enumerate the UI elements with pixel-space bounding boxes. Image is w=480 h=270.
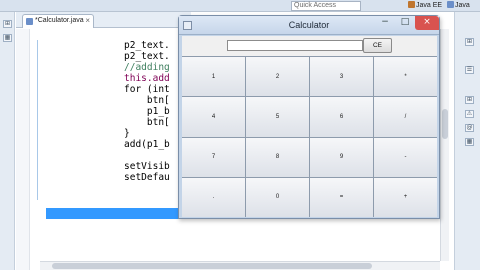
calculator-window: Calculator − □ × CE 1 2 3 * 4 5 6 / 7 8 … [178,15,440,219]
key-6[interactable]: 6 [310,97,373,137]
key-9[interactable]: 9 [310,137,373,177]
close-icon[interactable]: × [85,15,90,27]
close-button[interactable]: × [415,16,439,30]
code-line[interactable]: btn[ [124,95,170,106]
key-3[interactable]: 3 [310,57,373,97]
package-explorer-icon[interactable]: ▦ [3,34,12,42]
scroll-thumb[interactable] [442,109,448,139]
code-line[interactable]: add(p1_b [124,139,170,150]
key-divide[interactable]: / [374,97,437,137]
vertical-scrollbar[interactable] [440,29,449,261]
right-trim-stack: ⊞ ☰ ⊞ ⚠ @ ▦ [454,12,480,270]
code-line[interactable]: btn[ [124,117,170,128]
code-line[interactable]: } [124,128,130,139]
perspective-java-ee-label: Java EE [416,2,443,9]
keypad: 1 2 3 * 4 5 6 / 7 8 9 - . 0 = + [182,56,437,217]
calculator-display[interactable] [227,40,363,51]
perspective-java-label: Java [455,2,470,9]
restore-view-icon[interactable]: ⊞ [465,38,474,46]
code-line[interactable]: p2_text. [124,51,170,62]
clear-entry-button[interactable]: CE [363,38,392,53]
java-ee-perspective-icon [408,1,415,8]
key-multiply[interactable]: * [374,57,437,97]
code-lines: p2_text. p2_text. //adding this.add for … [124,40,184,260]
key-equals[interactable]: = [310,177,373,217]
key-add[interactable]: + [374,177,437,217]
workbench-toolbar: Quick Access Java EE Java [0,0,480,12]
outline-view-icon[interactable]: ☰ [465,66,474,74]
key-4[interactable]: 4 [182,97,245,137]
javadoc-view-icon[interactable]: @ [465,124,474,132]
calculator-body: CE 1 2 3 * 4 5 6 / 7 8 9 - . 0 = + [182,36,437,217]
editor-ruler [16,29,30,270]
key-7[interactable]: 7 [182,137,245,177]
perspective-java[interactable]: Java [447,0,470,11]
fold-indicator [37,40,38,200]
key-2[interactable]: 2 [246,57,309,97]
key-1[interactable]: 1 [182,57,245,97]
editor-tab-label: *Calculator.java [35,17,84,24]
problems-view-icon[interactable]: ⚠ [465,110,474,118]
calculator-titlebar[interactable]: Calculator − □ × [179,16,439,35]
perspective-java-ee[interactable]: Java EE [408,0,442,11]
code-line[interactable]: for (int [124,84,170,95]
java-perspective-icon [447,1,454,8]
code-line[interactable]: setDefau [124,172,170,183]
code-line[interactable]: setVisib [124,161,170,172]
code-line[interactable]: this.add [124,73,170,84]
quick-access-input[interactable]: Quick Access [291,1,361,11]
editor-tab-calculator[interactable]: *Calculator.java × [22,14,94,28]
declaration-view-icon[interactable]: ▦ [465,138,474,146]
restore-view-icon[interactable]: ⊞ [465,96,474,104]
minimize-button[interactable]: − [375,16,395,30]
code-line[interactable]: //adding [124,62,170,73]
key-decimal[interactable]: . [182,177,245,217]
key-8[interactable]: 8 [246,137,309,177]
editor-tab-row: *Calculator.java × [16,12,191,28]
restore-view-icon[interactable]: ⊞ [3,20,12,28]
code-line[interactable]: p2_text. [124,40,170,51]
key-subtract[interactable]: - [374,137,437,177]
maximize-button[interactable]: □ [395,16,415,30]
scroll-thumb[interactable] [52,263,372,269]
key-5[interactable]: 5 [246,97,309,137]
horizontal-scrollbar[interactable] [40,261,440,270]
left-trim-stack: ⊞ ▦ [0,12,15,270]
key-0[interactable]: 0 [246,177,309,217]
java-file-icon [26,18,33,25]
code-line[interactable]: p1_b [124,106,170,117]
